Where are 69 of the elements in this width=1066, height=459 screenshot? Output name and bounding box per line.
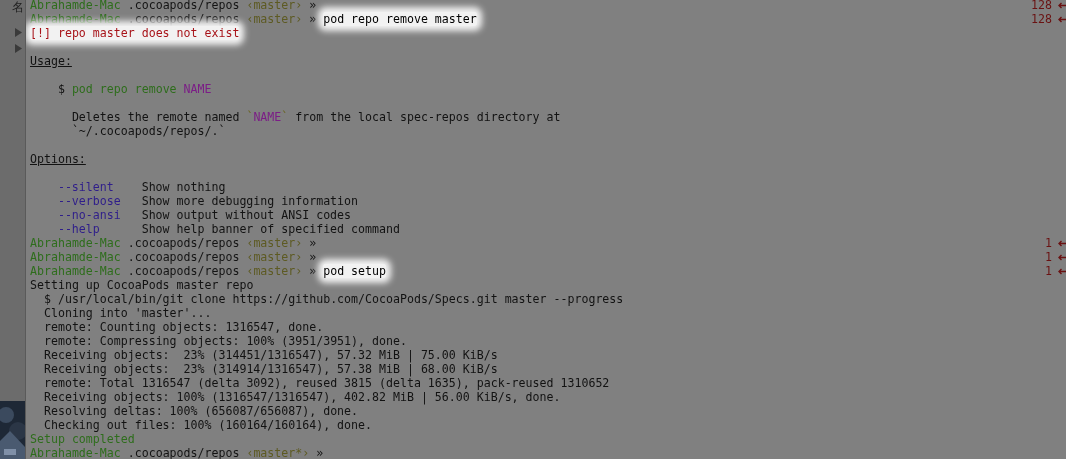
- prompt-path: .cocoapods/repos: [126, 0, 240, 12]
- output-text: Resolving deltas: 100% (656087/656087), done.: [42, 404, 359, 418]
- output-text: Show output without ANSI codes: [141, 208, 352, 222]
- sidebar-label: 名: [12, 0, 25, 16]
- output-text: Show nothing: [141, 180, 226, 194]
- output-text: Receiving objects: 23% (314451/1316547), 57.32 MiB | 75.00 KiB/s: [42, 348, 498, 362]
- prompt-path: »: [315, 446, 324, 459]
- prompt-path: .cocoapods/repos: [126, 250, 240, 264]
- command-text: pod repo remove master: [323, 12, 477, 26]
- output-text: remote: Total 1316547 (delta 3092), reused 3815 (delta 1635), pack-reused 1310652: [42, 376, 610, 390]
- git-branch: ‹master›: [245, 12, 303, 26]
- return-arrow-icon: [1058, 15, 1066, 23]
- exit-status: 128: [1031, 0, 1052, 12]
- git-branch: ‹master›: [245, 264, 303, 278]
- prompt-host: Abrahamde-Mac: [30, 236, 121, 250]
- prompt-path: »: [308, 250, 317, 264]
- option-name: --silent: [57, 180, 115, 194]
- output-text: Receiving objects: 23% (314914/1316547), 57.38 MiB | 68.00 KiB/s: [42, 362, 498, 376]
- placeholder-name: NAME: [253, 110, 282, 124]
- output-text: $ /usr/local/bin/git clone https://github.com/CocoaPods/Specs.git master --progress: [42, 292, 624, 306]
- output-text: Deletes the remote named: [70, 110, 241, 124]
- prompt-path: .cocoapods/repos: [126, 12, 240, 26]
- prompt-path: »: [308, 236, 317, 250]
- return-arrow-icon: [1058, 1, 1066, 9]
- output-text: remote: Compressing objects: 100% (3951/3951), done.: [42, 334, 407, 348]
- output-text: `~/.cocoapods/repos/.`: [70, 124, 226, 138]
- exit-status: 1: [1045, 250, 1052, 264]
- output-text: $: [56, 82, 66, 96]
- prompt-path: »: [308, 0, 317, 12]
- command-example: pod repo remove: [71, 82, 177, 96]
- output-text: from the local spec-repos directory at: [294, 110, 561, 124]
- git-branch: ‹master›: [245, 250, 303, 264]
- prompt-host: Abrahamde-Mac: [30, 12, 121, 26]
- output-text: Checking out files: 100% (160164/160164), done.: [42, 418, 373, 432]
- prompt-path: »: [308, 12, 317, 26]
- prompt-host: Abrahamde-Mac: [30, 250, 121, 264]
- output-text: Cloning into 'master'...: [42, 306, 212, 320]
- section-heading: Usage:: [30, 54, 72, 68]
- error-message: [!] repo master does not exist: [30, 26, 240, 40]
- prompt-path: .cocoapods/repos: [126, 236, 240, 250]
- output-text: Setting up CocoaPods master repo: [30, 278, 254, 292]
- return-arrow-icon: [1058, 239, 1066, 247]
- backtick: `: [281, 110, 289, 124]
- option-name: --no-ansi: [57, 208, 122, 222]
- exit-status: 1: [1045, 236, 1052, 250]
- prompt-host: Abrahamde-Mac: [30, 446, 121, 459]
- git-branch: ‹master›: [245, 236, 303, 250]
- git-branch: ‹master*›: [245, 446, 310, 459]
- return-arrow-icon: [1058, 267, 1066, 275]
- backtick: `: [246, 110, 254, 124]
- prompt-path: »: [308, 264, 317, 278]
- output-text: Receiving objects: 100% (1316547/1316547), 402.82 MiB | 56.00 KiB/s, done.: [42, 390, 561, 404]
- option-name: --verbose: [57, 194, 122, 208]
- output-text: remote: Counting objects: 1316547, done.: [42, 320, 324, 334]
- prompt-host: Abrahamde-Mac: [30, 0, 121, 12]
- output-text: Show help banner of specified command: [141, 222, 400, 236]
- section-heading: Options:: [30, 152, 86, 166]
- exit-status: 1: [1045, 264, 1052, 278]
- option-name: --help: [57, 222, 101, 236]
- command-text: pod setup: [323, 264, 386, 278]
- placeholder-name: NAME: [182, 82, 212, 96]
- prompt-host: Setup completed: [30, 432, 135, 446]
- prompt-path: .cocoapods/repos: [126, 264, 240, 278]
- git-branch: ‹master›: [245, 0, 303, 12]
- prompt-host: Abrahamde-Mac: [30, 264, 121, 278]
- output-text: Show more debugging information: [141, 194, 359, 208]
- return-arrow-icon: [1058, 253, 1066, 261]
- prompt-path: .cocoapods/repos: [126, 446, 240, 459]
- exit-status: 128: [1031, 12, 1052, 26]
